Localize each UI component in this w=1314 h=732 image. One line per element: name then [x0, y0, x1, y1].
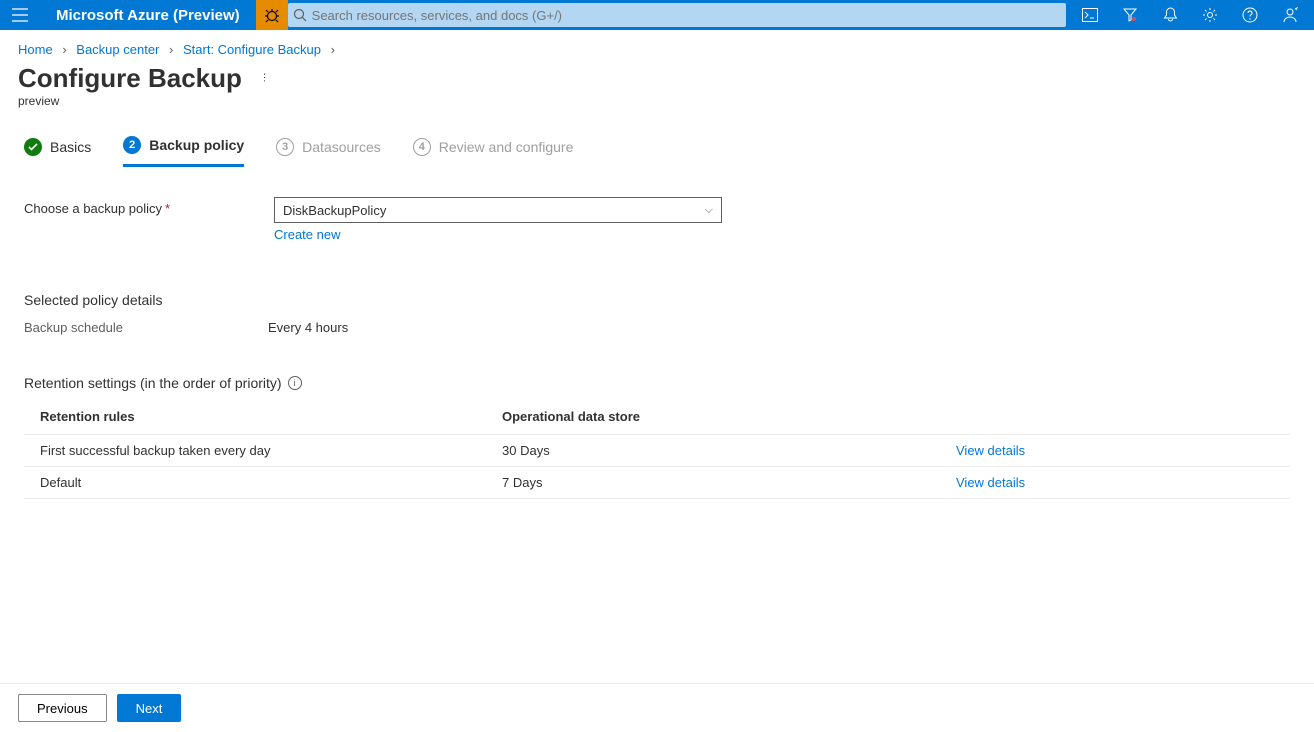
chevron-right-icon: › [331, 42, 335, 57]
topbar: Microsoft Azure (Preview) [0, 0, 1314, 30]
create-new-link[interactable]: Create new [274, 227, 340, 242]
topbar-actions [1066, 0, 1314, 30]
chevron-down-icon: ⌵ [705, 204, 713, 217]
previous-button[interactable]: Previous [18, 694, 107, 722]
backup-schedule-value: Every 4 hours [268, 320, 348, 335]
col-retention-rules: Retention rules [40, 409, 502, 424]
step-label: Datasources [302, 139, 381, 155]
step-review[interactable]: 4 Review and configure [413, 130, 574, 166]
step-label: Basics [50, 139, 91, 155]
step-basics[interactable]: Basics [24, 130, 91, 166]
breadcrumb: Home › Backup center › Start: Configure … [0, 30, 1314, 61]
table-row: Default 7 Days View details [24, 466, 1290, 499]
content-area: Choose a backup policy* DiskBackupPolicy… [0, 167, 1314, 683]
backup-schedule-label: Backup schedule [24, 320, 268, 335]
retention-table: Retention rules Operational data store F… [24, 409, 1290, 499]
footer: Previous Next [0, 683, 1314, 732]
search-icon [288, 8, 312, 22]
chevron-right-icon: › [169, 42, 173, 57]
step-number: 2 [123, 136, 141, 154]
breadcrumb-backup-center[interactable]: Backup center [76, 42, 159, 57]
page-title: Configure Backup [18, 63, 242, 94]
view-details-link[interactable]: View details [956, 475, 1025, 490]
backup-policy-dropdown[interactable]: DiskBackupPolicy ⌵ [274, 197, 722, 223]
filter-icon[interactable] [1110, 0, 1150, 30]
step-label: Backup policy [149, 137, 244, 153]
choose-policy-label: Choose a backup policy* [24, 197, 274, 216]
retention-heading: Retention settings (in the order of prio… [24, 375, 1290, 391]
cloud-shell-icon[interactable] [1070, 0, 1110, 30]
retention-rule: First successful backup taken every day [40, 443, 502, 458]
dropdown-value: DiskBackupPolicy [283, 203, 386, 218]
notifications-icon[interactable] [1150, 0, 1190, 30]
retention-store: 7 Days [502, 475, 956, 490]
more-actions-button[interactable]: ⋯ [258, 73, 269, 85]
bug-icon[interactable] [256, 0, 288, 30]
next-button[interactable]: Next [117, 694, 182, 722]
chevron-right-icon: › [62, 42, 66, 57]
stepper: Basics 2 Backup policy 3 Datasources 4 R… [0, 128, 1314, 167]
table-header: Retention rules Operational data store [24, 409, 1290, 434]
breadcrumb-configure-backup[interactable]: Start: Configure Backup [183, 42, 321, 57]
info-icon[interactable]: i [288, 376, 302, 390]
settings-icon[interactable] [1190, 0, 1230, 30]
choose-policy-row: Choose a backup policy* DiskBackupPolicy… [24, 197, 1290, 242]
view-details-link[interactable]: View details [956, 443, 1025, 458]
brand-label[interactable]: Microsoft Azure (Preview) [40, 7, 256, 24]
step-number: 3 [276, 138, 294, 156]
hamburger-menu[interactable] [0, 0, 40, 30]
required-marker: * [165, 201, 170, 216]
col-operational-store: Operational data store [502, 409, 956, 424]
table-row: First successful backup taken every day … [24, 434, 1290, 466]
help-icon[interactable] [1230, 0, 1270, 30]
retention-store: 30 Days [502, 443, 956, 458]
search-bar[interactable] [288, 3, 1066, 27]
step-number: 4 [413, 138, 431, 156]
check-icon [24, 138, 42, 156]
feedback-icon[interactable] [1270, 0, 1310, 30]
retention-rule: Default [40, 475, 502, 490]
breadcrumb-home[interactable]: Home [18, 42, 53, 57]
page-subtitle: preview [0, 94, 1314, 128]
backup-schedule-row: Backup schedule Every 4 hours [24, 320, 1290, 335]
step-backup-policy[interactable]: 2 Backup policy [123, 128, 244, 167]
selected-policy-heading: Selected policy details [24, 292, 1290, 308]
search-input[interactable] [312, 8, 1066, 23]
step-label: Review and configure [439, 139, 574, 155]
title-row: Configure Backup ⋯ [0, 61, 1314, 94]
step-datasources[interactable]: 3 Datasources [276, 130, 381, 166]
